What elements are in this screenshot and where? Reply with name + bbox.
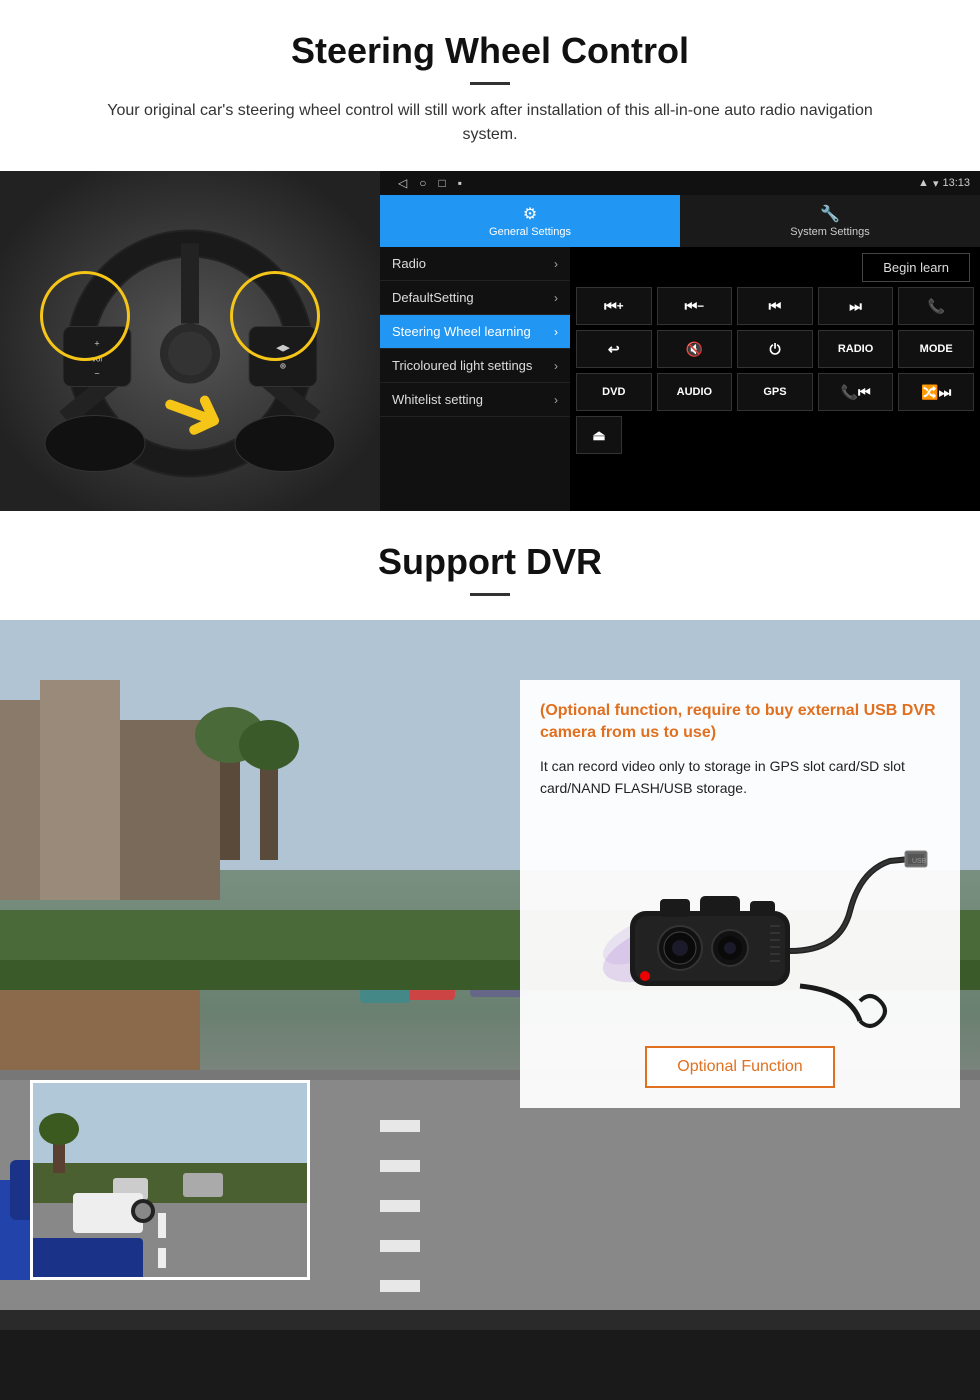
power-button[interactable]: ⏻: [737, 330, 813, 368]
eject-button[interactable]: ⏏: [576, 416, 622, 454]
inset-dashcam-photo: [30, 1080, 310, 1280]
dvr-header: Support DVR: [0, 511, 980, 620]
steering-title: Steering Wheel Control: [20, 30, 960, 72]
nav-icons: ◁ ○ □ ▪: [398, 176, 462, 190]
general-settings-icon: ⚙: [523, 204, 537, 224]
hangup-button[interactable]: ↩: [576, 330, 652, 368]
system-settings-icon: 🔧: [820, 204, 840, 224]
chevron-icon: ›: [554, 291, 558, 305]
steering-photo: + vol − ◀▶ ⊕ ➜: [0, 171, 380, 511]
menu-default-label: DefaultSetting: [392, 290, 474, 305]
dvr-background: (Optional function, require to buy exter…: [0, 620, 980, 1400]
shuffle-next-button[interactable]: 🔀⏭: [898, 373, 974, 411]
steering-bg: + vol − ◀▶ ⊕ ➜: [0, 171, 380, 511]
recent-icon: □: [438, 176, 445, 190]
android-tabs: ⚙ General Settings 🔧 System Settings: [380, 195, 980, 247]
settings-menu: Radio › DefaultSetting › Steering Wheel …: [380, 247, 570, 511]
ctrl-row-4: ⏏: [576, 416, 974, 454]
chevron-icon: ›: [554, 325, 558, 339]
begin-learn-row: Begin learn: [576, 253, 974, 282]
wheel-highlight-right: [230, 271, 320, 361]
dvr-info-card: (Optional function, require to buy exter…: [520, 680, 960, 1108]
mute-button[interactable]: 🔇: [657, 330, 733, 368]
menu-steering-wheel[interactable]: Steering Wheel learning ›: [380, 315, 570, 349]
svg-text:−: −: [94, 369, 99, 379]
dvd-button[interactable]: DVD: [576, 373, 652, 411]
menu-steering-label: Steering Wheel learning: [392, 324, 531, 339]
home-icon: ○: [419, 176, 426, 190]
audio-button[interactable]: AUDIO: [657, 373, 733, 411]
steering-controls: Begin learn ⏮+ ⏮− ⏮ ⏭ 📞 ↩ 🔇 ⏻: [570, 247, 980, 511]
ctrl-row-1: ⏮+ ⏮− ⏮ ⏭ 📞: [576, 287, 974, 325]
android-ui-panel: ◁ ○ □ ▪ ▲ ▾ 13:13 ⚙ General Settings: [380, 171, 980, 511]
android-content: Radio › DefaultSetting › Steering Wheel …: [380, 247, 980, 511]
section-steering: Steering Wheel Control Your original car…: [0, 0, 980, 511]
mode-button[interactable]: MODE: [898, 330, 974, 368]
signal-icon: ▲: [918, 177, 929, 189]
time-display: 13:13: [942, 177, 970, 189]
dvr-body-text: It can record video only to storage in G…: [540, 755, 940, 800]
chevron-icon: ›: [554, 393, 558, 407]
phone-button[interactable]: 📞: [898, 287, 974, 325]
chevron-icon: ›: [554, 257, 558, 271]
dvr-title: Support DVR: [20, 541, 960, 583]
optional-fn-container: Optional Function: [540, 1036, 940, 1088]
tab-general-settings[interactable]: ⚙ General Settings: [380, 195, 680, 247]
status-bar: ◁ ○ □ ▪ ▲ ▾ 13:13: [380, 171, 980, 195]
back-icon: ◁: [398, 176, 407, 190]
menu-radio-label: Radio: [392, 256, 426, 271]
ctrl-row-2: ↩ 🔇 ⏻ RADIO MODE: [576, 330, 974, 368]
menu-radio[interactable]: Radio ›: [380, 247, 570, 281]
dvr-highlight-text: (Optional function, require to buy exter…: [540, 700, 940, 745]
tab-general-label: General Settings: [489, 226, 571, 238]
menu-tricoloured[interactable]: Tricoloured light settings ›: [380, 349, 570, 383]
optional-function-button[interactable]: Optional Function: [645, 1046, 834, 1088]
wifi-icon: ▾: [933, 177, 939, 190]
menu-whitelist[interactable]: Whitelist setting ›: [380, 383, 570, 417]
ctrl-row-3: DVD AUDIO GPS 📞⏮ 🔀⏭: [576, 373, 974, 411]
title-divider: [470, 82, 510, 85]
steering-subtitle: Your original car's steering wheel contr…: [90, 99, 890, 147]
next-track-button[interactable]: ⏭: [818, 287, 894, 325]
vol-down-button[interactable]: ⏮−: [657, 287, 733, 325]
section-dvr: Support DVR: [0, 511, 980, 1400]
tab-system-settings[interactable]: 🔧 System Settings: [680, 195, 980, 247]
svg-text:⊕: ⊕: [280, 362, 287, 371]
dvr-device-svg: USB: [550, 821, 930, 1031]
steering-header: Steering Wheel Control Your original car…: [0, 0, 980, 157]
menu-tricoloured-label: Tricoloured light settings: [392, 358, 532, 373]
svg-text:USB: USB: [912, 858, 927, 865]
vol-up-button[interactable]: ⏮+: [576, 287, 652, 325]
dvr-title-divider: [470, 593, 510, 596]
phone-prev-button[interactable]: 📞⏮: [818, 373, 894, 411]
radio-button[interactable]: RADIO: [818, 330, 894, 368]
dvr-device-area: USB: [540, 816, 940, 1036]
menu-whitelist-label: Whitelist setting: [392, 392, 483, 407]
menu-default-setting[interactable]: DefaultSetting ›: [380, 281, 570, 315]
gps-button[interactable]: GPS: [737, 373, 813, 411]
menu-icon: ▪: [458, 176, 462, 190]
dashcam-view-svg: [33, 1083, 310, 1280]
status-icons: ▲ ▾ 13:13: [918, 177, 970, 190]
tab-system-label: System Settings: [790, 226, 869, 238]
chevron-icon: ›: [554, 359, 558, 373]
prev-track-button[interactable]: ⏮: [737, 287, 813, 325]
wheel-highlight-left: [40, 271, 130, 361]
steering-demo: + vol − ◀▶ ⊕ ➜: [0, 171, 980, 511]
begin-learn-button[interactable]: Begin learn: [862, 253, 970, 282]
